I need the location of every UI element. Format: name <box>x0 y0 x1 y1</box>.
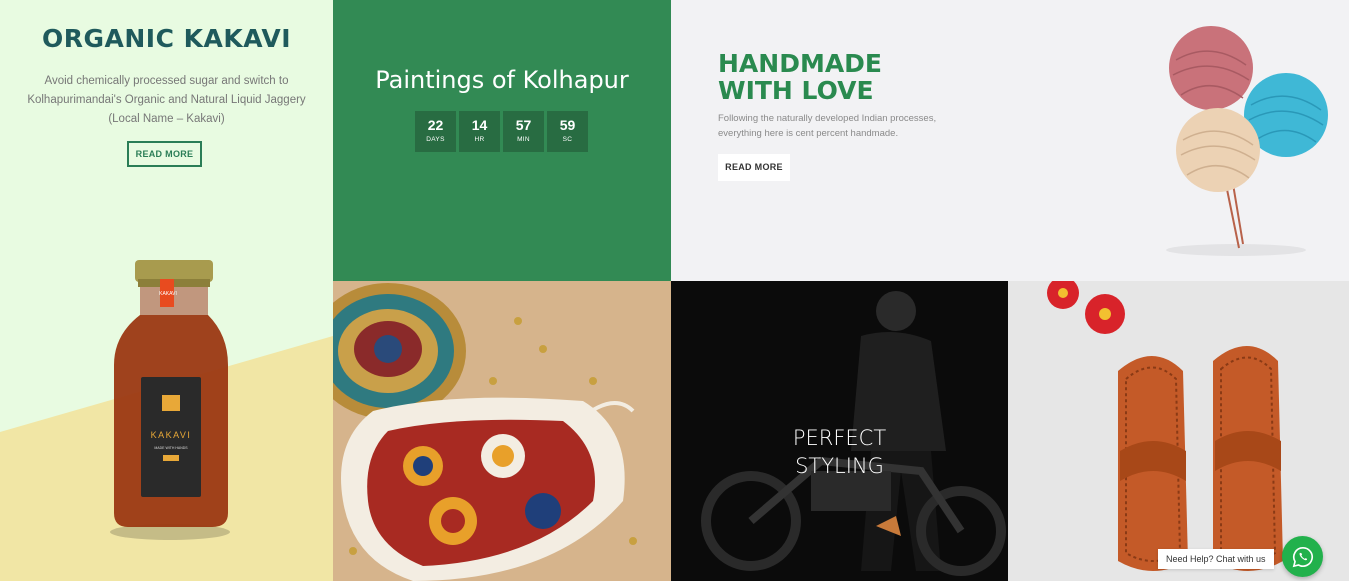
countdown-seconds: 59 SC <box>547 111 588 152</box>
perfect-styling-title: PERFECT STYLING <box>792 426 887 478</box>
bottle-tag-text: KAKAVI <box>159 291 177 297</box>
handmade-description: Following the naturally developed Indian… <box>718 113 937 139</box>
kalamkari-mask-illustration <box>333 281 671 581</box>
whatsapp-chat-button[interactable] <box>1282 536 1323 577</box>
bottle-subtitle-text: MADE WITH HANDS <box>154 446 188 450</box>
kakavi-banner: ORGANIC KAKAVI Avoid chemically processe… <box>0 0 333 581</box>
paintings-countdown-banner: Paintings of Kolhapur 22 DAYS 14 HR 57 M… <box>333 0 671 281</box>
kakavi-bottle-image: KAKAVI KAKAVI MADE WITH HANDS <box>110 260 230 540</box>
countdown-minutes: 57 MIN <box>503 111 544 152</box>
handmade-title: HANDMADE WITH LOVE <box>718 49 883 105</box>
kakavi-title: ORGANIC KAKAVI <box>41 24 292 53</box>
chat-help-label[interactable]: Need Help? Chat with us <box>1158 549 1274 569</box>
perfect-styling-banner[interactable]: PERFECT STYLING <box>671 281 1008 581</box>
handmade-banner: HANDMADE WITH LOVE Following the natural… <box>671 0 1349 281</box>
countdown-timer: 22 DAYS 14 HR 57 MIN 59 SC <box>415 111 588 152</box>
kolhapuri-chappal-image[interactable]: Need Help? Chat with us <box>1008 281 1349 581</box>
kakavi-description: Avoid chemically processed sugar and swi… <box>27 75 306 125</box>
kakavi-read-more-button[interactable]: READ MORE <box>127 141 202 167</box>
handmade-read-more-button[interactable]: READ MORE <box>718 154 790 181</box>
whatsapp-icon <box>1292 546 1313 567</box>
bottle-label-text: KAKAVI <box>151 430 192 440</box>
kalamkari-mask-image[interactable] <box>333 281 671 581</box>
countdown-hours: 14 HR <box>459 111 500 152</box>
yarn-balls-image <box>1166 26 1328 256</box>
paintings-title: Paintings of Kolhapur <box>375 66 629 94</box>
countdown-days: 22 DAYS <box>415 111 456 152</box>
